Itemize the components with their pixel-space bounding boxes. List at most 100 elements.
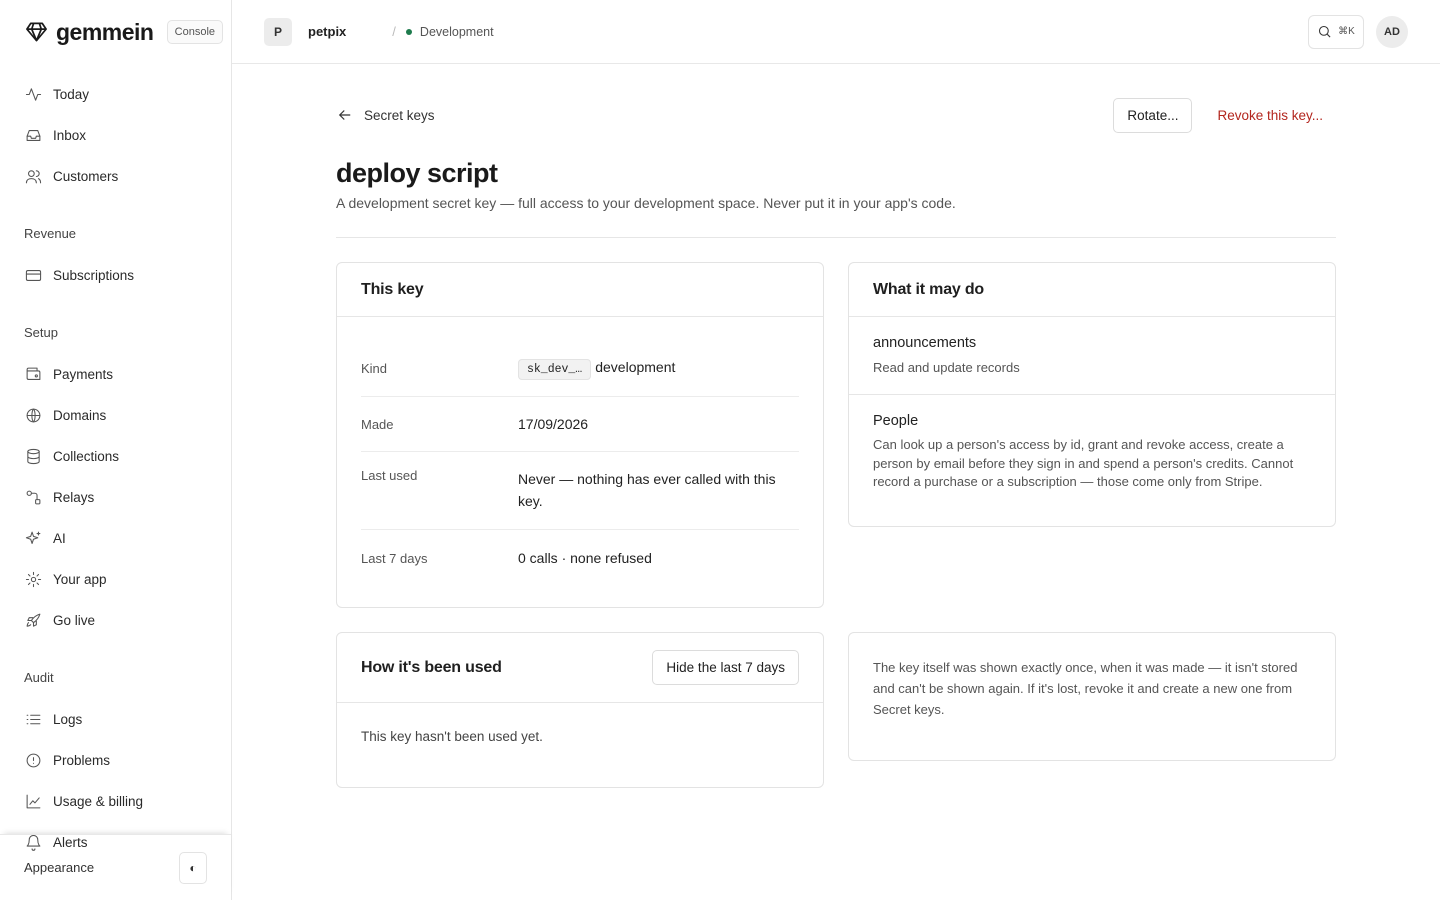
sidebar-item-label: Problems <box>53 753 111 768</box>
search-shortcut: ⌘K <box>1338 26 1355 37</box>
sidebar-item-label: Domains <box>53 408 107 423</box>
divider <box>336 237 1336 238</box>
sidebar-item-label: AI <box>53 531 66 546</box>
chart-icon <box>24 793 42 811</box>
section-label-setup: Setup <box>24 325 58 340</box>
sidebar-item-domains[interactable]: Domains <box>0 395 231 436</box>
sidebar-footer: Appearance ◐ <box>0 834 231 900</box>
detail-value: Never — nothing has ever called with thi… <box>518 471 776 509</box>
card-title: What it may do <box>873 280 984 298</box>
sidebar: gemmein Console Today Inbox Customers Re… <box>0 0 232 900</box>
rotate-button[interactable]: Rotate... <box>1113 97 1193 133</box>
permission-item: announcements Read and update records <box>849 317 1335 395</box>
environment-switcher[interactable]: Development <box>405 24 494 39</box>
sidebar-item-your-app[interactable]: Your app <box>0 559 231 600</box>
sidebar-item-payments[interactable]: Payments <box>0 354 231 395</box>
card-title: This key <box>361 280 424 298</box>
card-header: How it's been used Hide the last 7 days <box>337 633 823 703</box>
sidebar-item-label: Subscriptions <box>53 268 135 283</box>
list-icon <box>24 711 42 729</box>
wallet-icon <box>24 366 42 384</box>
inbox-icon <box>24 127 42 145</box>
sidebar-item-ai[interactable]: AI <box>0 518 231 559</box>
search-icon <box>1319 25 1331 38</box>
permission-title: People <box>873 413 919 429</box>
revoke-button[interactable]: Revoke this key... <box>1204 98 1336 133</box>
credit-card-icon <box>24 267 42 285</box>
back-label: Secret keys <box>364 107 435 123</box>
alert-circle-icon <box>24 752 42 770</box>
detail-value: 0 calls · none refused <box>518 550 652 566</box>
sidebar-item-label: Inbox <box>53 128 87 143</box>
this-key-card: This key Kind sk_dev_… development Made 1… <box>336 262 824 608</box>
page-content: Secret keys Rotate... Revoke this key...… <box>336 64 1336 788</box>
app: gemmein Console Today Inbox Customers Re… <box>0 0 1440 900</box>
avatar[interactable]: AD <box>1376 15 1408 48</box>
page-title: deploy script <box>336 158 498 188</box>
sidebar-item-usage-billing[interactable]: Usage & billing <box>0 781 231 822</box>
section-label-revenue: Revenue <box>24 226 77 241</box>
project-name[interactable]: petpix <box>308 24 346 39</box>
sidebar-item-subscriptions[interactable]: Subscriptions <box>0 255 231 296</box>
search-button[interactable]: ⌘K <box>1308 14 1364 49</box>
sidebar-item-customers[interactable]: Customers <box>0 156 231 197</box>
card-header: What it may do <box>849 263 1335 317</box>
project-badge[interactable]: P <box>264 17 292 46</box>
permissions-card: What it may do announcements Read and up… <box>848 262 1336 527</box>
detail-row-last-7-days: Last 7 days 0 calls · none refused <box>361 530 799 586</box>
card-header: This key <box>337 263 823 317</box>
detail-value: sk_dev_… development <box>518 356 799 381</box>
sidebar-item-collections[interactable]: Collections <box>0 436 231 477</box>
topbar-actions: ⌘K AD <box>1308 14 1408 49</box>
card-title: How it's been used <box>361 658 502 676</box>
topbar: P petpix / Development ⌘K AD <box>232 0 1440 64</box>
page-actions: Rotate... Revoke this key... <box>1113 97 1336 133</box>
sidebar-item-label: Relays <box>53 490 95 505</box>
sidebar-item-label: Collections <box>53 449 120 464</box>
breadcrumb: Secret keys Rotate... Revoke this key... <box>336 97 1336 133</box>
detail-row-last-used: Last used Never — nothing has ever calle… <box>361 452 799 530</box>
section-label-audit: Audit <box>24 670 54 685</box>
diamond-logo-icon <box>24 20 48 44</box>
database-icon <box>24 448 42 466</box>
sparkles-icon <box>24 530 42 548</box>
detail-value: 17/09/2026 <box>518 416 589 432</box>
hide-last-7-days-button[interactable]: Hide the last 7 days <box>652 650 799 685</box>
permission-title: announcements <box>873 335 977 351</box>
key-details: Kind sk_dev_… development Made 17/09/2026… <box>361 341 799 586</box>
empty-state-text: This key hasn't been used yet. <box>361 729 543 744</box>
sidebar-item-logs[interactable]: Logs <box>0 699 231 740</box>
environment-status-dot <box>405 28 412 35</box>
sidebar-item-label: Usage & billing <box>53 794 144 809</box>
sidebar-item-problems[interactable]: Problems <box>0 740 231 781</box>
key-kind-value: development <box>595 359 676 375</box>
detail-row-made: Made 17/09/2026 <box>361 397 799 452</box>
sidebar-item-inbox[interactable]: Inbox <box>0 115 231 156</box>
gear-icon <box>24 571 42 589</box>
users-icon <box>24 168 42 186</box>
key-prefix-code: sk_dev_… <box>518 359 592 380</box>
console-badge[interactable]: Console <box>166 20 223 44</box>
sidebar-item-today[interactable]: Today <box>0 74 231 115</box>
relay-icon <box>24 489 42 507</box>
sidebar-item-label: Your app <box>53 572 107 587</box>
appearance-label: Appearance <box>24 860 95 875</box>
environment-label: Development <box>419 24 494 39</box>
usage-card: How it's been used Hide the last 7 days … <box>336 632 824 788</box>
brand-name: gemmein <box>56 18 154 45</box>
page-subtitle: A development secret key — full access t… <box>336 195 956 211</box>
back-link[interactable]: Secret keys <box>336 106 435 124</box>
sidebar-item-label: Today <box>53 87 90 102</box>
detail-row-kind: Kind sk_dev_… development <box>361 341 799 397</box>
key-note-card: The key itself was shown exactly once, w… <box>848 632 1336 761</box>
sidebar-item-label: Payments <box>53 367 114 382</box>
detail-label: Last used <box>361 468 418 483</box>
key-note-text: The key itself was shown exactly once, w… <box>873 660 1298 717</box>
sidebar-item-go-live[interactable]: Go live <box>0 600 231 641</box>
appearance-toggle-button[interactable]: ◐ <box>179 851 207 884</box>
globe-icon <box>24 407 42 425</box>
permission-description: Read and update records <box>873 360 1020 375</box>
arrow-left-icon <box>338 110 351 120</box>
detail-label: Last 7 days <box>361 550 428 566</box>
sidebar-item-relays[interactable]: Relays <box>0 477 231 518</box>
